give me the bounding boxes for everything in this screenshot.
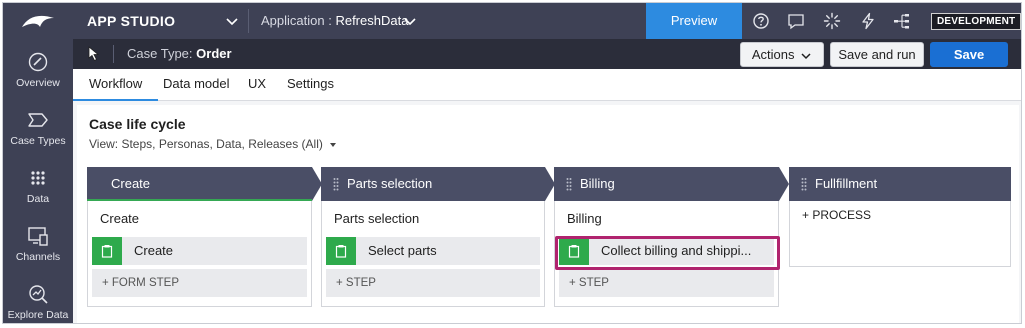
stage-header-billing[interactable]: Billing [554, 167, 789, 201]
pointer-cursor-icon [88, 46, 100, 62]
loading-spinner-icon[interactable] [823, 12, 841, 30]
process-title[interactable]: Create [100, 211, 139, 226]
nav-item-data[interactable]: Data [3, 161, 73, 219]
app-studio-window: APP STUDIO Application : RefreshData Pre… [2, 2, 1022, 324]
nav-label: Data [26, 193, 50, 205]
process-title[interactable]: Billing [567, 211, 602, 226]
environment-badge: DEVELOPMENT [931, 13, 1021, 30]
save-and-run-button[interactable]: Save and run [830, 42, 924, 67]
divider [113, 45, 114, 63]
nav-item-channels[interactable]: Channels [3, 219, 73, 277]
preview-button[interactable]: Preview [646, 3, 742, 39]
tab-workflow[interactable]: Workflow [73, 69, 159, 101]
stage-fullfillment: + PROCESS [789, 201, 1011, 267]
chevron-down-icon[interactable] [403, 15, 417, 27]
tab-ux[interactable]: UX [248, 69, 266, 101]
tab-data-model[interactable]: Data model [163, 69, 229, 101]
explore-data-icon [29, 285, 48, 304]
data-icon [31, 171, 45, 185]
stage-arrow [779, 167, 789, 201]
application-value: RefreshData [335, 13, 409, 28]
channels-icon [28, 227, 48, 246]
case-types-icon [28, 113, 48, 127]
nav-item-overview[interactable]: Overview [3, 45, 73, 103]
case-type-bar: Case Type: Order Actions Save and run Sa… [73, 39, 1021, 69]
save-button[interactable]: Save [930, 42, 1008, 67]
stage-parts-selection: Parts selection Select parts + STEP [321, 201, 545, 307]
stage-header-parts-selection[interactable]: Parts selection [321, 167, 555, 201]
actions-label: Actions [751, 47, 795, 62]
chat-icon[interactable] [787, 12, 805, 30]
hierarchy-icon[interactable] [893, 12, 911, 30]
case-type-label: Case Type: [127, 46, 193, 61]
add-step-button[interactable]: + STEP [326, 269, 540, 297]
logo-icon [22, 15, 54, 27]
view-filter-label: View: Steps, Personas, Data, Releases (A… [89, 137, 323, 151]
step-highlight-box [555, 236, 780, 270]
caret-down-icon [330, 143, 337, 147]
step-select-parts[interactable]: Select parts [326, 237, 540, 265]
divider [248, 9, 249, 33]
pega-logo[interactable] [3, 3, 73, 39]
view-filter[interactable]: View: Steps, Personas, Data, Releases (A… [89, 137, 337, 151]
overview-icon [28, 52, 48, 72]
application-selector[interactable]: Application : RefreshData [261, 3, 408, 39]
case-life-cycle-panel: Case life cycle View: Steps, Personas, D… [77, 105, 1019, 323]
stage-create: Create Create + FORM STEP [87, 201, 312, 307]
nav-item-explore-data[interactable]: Explore Data [3, 277, 73, 323]
nav-label: Explore Data [7, 309, 69, 321]
nav-label: Channels [15, 251, 61, 263]
add-form-step-button[interactable]: + FORM STEP [92, 269, 307, 297]
stage-header-create[interactable]: Create [87, 167, 322, 201]
chevron-down-icon [801, 53, 811, 59]
form-step-icon [92, 237, 122, 265]
page-title: Case life cycle [89, 116, 186, 132]
tab-bar: Workflow Data model UX Settings [73, 69, 1021, 101]
process-title[interactable]: Parts selection [334, 211, 419, 226]
help-icon[interactable] [752, 12, 770, 30]
step-create[interactable]: Create [92, 237, 307, 265]
step-label: Select parts [368, 243, 437, 258]
stage-name: Create [111, 176, 151, 191]
app-title[interactable]: APP STUDIO [87, 3, 175, 39]
main-content: Case life cycle View: Steps, Personas, D… [73, 101, 1021, 323]
add-process-button[interactable]: + PROCESS [802, 208, 871, 222]
chevron-down-icon[interactable] [225, 15, 239, 27]
form-step-icon [326, 237, 356, 265]
top-bar: APP STUDIO Application : RefreshData Pre… [3, 3, 1021, 39]
step-label: Create [134, 243, 174, 258]
case-type-value: Order [196, 46, 232, 61]
stage-name: Fullfillment [815, 176, 878, 191]
add-step-button[interactable]: + STEP [559, 269, 774, 297]
drag-handle-icon[interactable] [566, 177, 572, 191]
case-type: Case Type: Order [127, 39, 232, 69]
stage-name: Parts selection [347, 176, 433, 191]
drag-handle-icon[interactable] [801, 177, 807, 191]
lightning-icon[interactable] [859, 12, 877, 30]
actions-button[interactable]: Actions [740, 42, 824, 67]
stage-header-fullfillment[interactable]: Fullfillment [789, 167, 1011, 201]
left-navigation: Overview Case Types Data Channels Explor… [3, 39, 73, 323]
nav-label: Overview [16, 77, 60, 89]
application-label: Application : [261, 13, 332, 28]
nav-label: Case Types [10, 135, 66, 147]
tab-settings[interactable]: Settings [287, 69, 334, 101]
drag-handle-icon[interactable] [333, 177, 339, 191]
stage-name: Billing [580, 176, 615, 191]
nav-item-case-types[interactable]: Case Types [3, 103, 73, 161]
